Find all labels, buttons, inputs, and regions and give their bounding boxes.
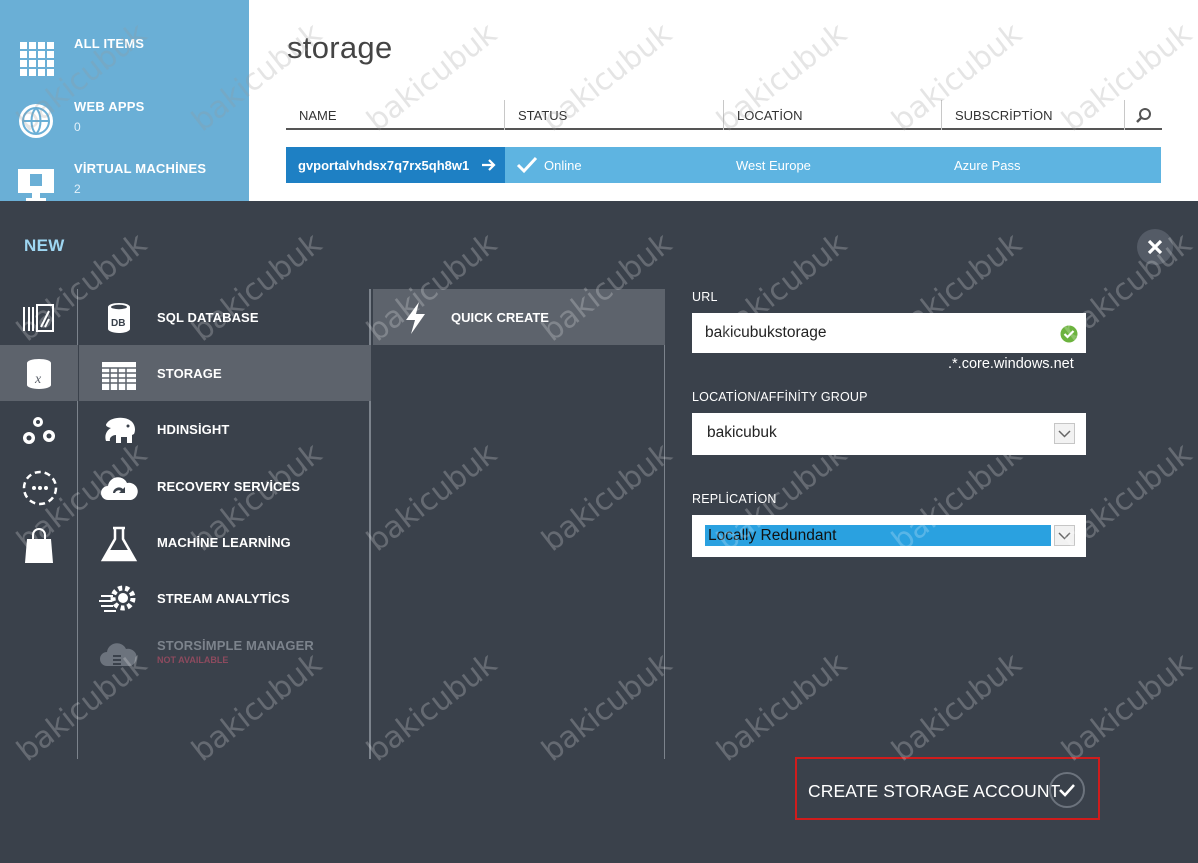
column-header-subscription[interactable]: SUBSCRİPTİON <box>941 100 1124 130</box>
category-data-services[interactable]: x <box>0 345 78 401</box>
chevron-down-icon <box>1058 430 1071 438</box>
url-label: URL <box>692 290 718 304</box>
replication-label: REPLİCATİON <box>692 492 777 506</box>
option-label: QUICK CREATE <box>451 310 549 325</box>
location-label: LOCATİON/AFFİNİTY GROUP <box>692 390 868 404</box>
gear-stream-icon <box>99 585 136 612</box>
close-button[interactable] <box>1137 229 1173 265</box>
nav-item-count: 0 <box>74 120 81 134</box>
create-button-label: CREATE STORAGE ACCOUNT <box>808 781 1061 801</box>
grid-header: NAME STATUS LOCATİON SUBSCRİPTİON <box>286 100 1162 130</box>
service-recovery-services[interactable]: RECOVERY SERVİCES <box>79 458 371 514</box>
globe-icon <box>19 104 53 138</box>
row-location: West Europe <box>736 158 811 173</box>
flask-icon <box>100 526 138 562</box>
valid-check-icon <box>1060 325 1078 343</box>
option-quick-create[interactable]: QUICK CREATE <box>373 289 665 345</box>
column-header-status[interactable]: STATUS <box>504 100 723 130</box>
nav-item-web-apps[interactable]: WEB APPS 0 <box>0 93 249 153</box>
row-subscription: Azure Pass <box>954 158 1021 173</box>
close-icon <box>1147 239 1163 255</box>
service-hdinsight[interactable]: HDINSİGHT <box>79 401 371 457</box>
url-input[interactable] <box>692 313 1086 353</box>
svg-text:DB: DB <box>111 318 125 329</box>
checkmark-icon <box>1059 784 1075 797</box>
column-header-location[interactable]: LOCATİON <box>723 100 941 130</box>
shopping-bag-icon <box>25 528 53 563</box>
checkmark-icon <box>516 156 538 174</box>
gears-icon <box>23 417 55 444</box>
service-label: STORSİMPLE MANAGER <box>157 638 314 653</box>
location-dropdown-button[interactable] <box>1054 423 1075 444</box>
grid-search-button[interactable] <box>1124 100 1162 130</box>
cloud-icon <box>101 477 138 500</box>
network-icon <box>22 470 58 506</box>
new-dialog: NEW x DB SQL DATABASE STORAGE HDINSİGHT … <box>0 201 1198 863</box>
replication-select[interactable]: Locally Redundant <box>692 515 1086 557</box>
service-label: SQL DATABASE <box>157 310 259 325</box>
category-app-services[interactable] <box>0 289 78 345</box>
nav-item-label: VİRTUAL MACHİNES <box>74 161 207 176</box>
category-app-services-2[interactable] <box>0 402 78 458</box>
nav-item-label: ALL ITEMS <box>74 36 145 51</box>
service-label: RECOVERY SERVİCES <box>157 479 301 494</box>
category-store[interactable] <box>0 515 78 571</box>
dialog-title: NEW <box>24 236 65 255</box>
service-column: DB SQL DATABASE STORAGE HDINSİGHT RECOVE… <box>79 289 371 759</box>
data-services-icon: x <box>27 359 51 389</box>
service-storage[interactable]: STORAGE <box>79 345 371 401</box>
portal-background: ALL ITEMS WEB APPS 0 VİRTUAL MACHİNES 2 … <box>0 0 1198 201</box>
search-icon <box>1136 108 1151 123</box>
replication-dropdown-button[interactable] <box>1054 525 1075 546</box>
page-title: storage <box>287 30 393 65</box>
category-network-services[interactable] <box>0 457 78 513</box>
nav-item-label: WEB APPS <box>74 99 145 114</box>
app-services-icon <box>23 304 54 332</box>
service-storsimple-manager: STORSİMPLE MANAGER NOT AVAILABLE <box>79 626 371 682</box>
service-label: MACHİNE LEARNİNG <box>157 535 291 550</box>
storage-table-icon <box>102 362 136 390</box>
option-column: QUICK CREATE <box>373 289 665 759</box>
service-label: STORAGE <box>157 366 222 381</box>
service-machine-learning[interactable]: MACHİNE LEARNİNG <box>79 514 371 570</box>
nav-item-count: 2 <box>74 182 81 196</box>
service-sql-database[interactable]: DB SQL DATABASE <box>79 289 371 345</box>
location-value: bakicubuk <box>707 424 777 441</box>
service-label: HDINSİGHT <box>157 422 230 437</box>
grid-icon <box>20 42 54 76</box>
service-stream-analytics[interactable]: STREAM ANALYTİCS <box>79 570 371 626</box>
replication-value: Locally Redundant <box>708 527 837 544</box>
row-name-cell[interactable]: gvportalvhdsx7q7rx5qh8w1 <box>286 147 505 183</box>
db-icon: DB <box>108 303 130 333</box>
left-nav: ALL ITEMS WEB APPS 0 VİRTUAL MACHİNES 2 <box>0 0 249 201</box>
nav-item-all-items[interactable]: ALL ITEMS <box>0 30 249 90</box>
service-sublabel: NOT AVAILABLE <box>157 655 229 665</box>
monitor-icon <box>18 169 54 201</box>
chevron-down-icon <box>1058 532 1071 540</box>
row-status: Online <box>544 158 582 173</box>
url-suffix: .*.core.windows.net <box>948 356 1074 372</box>
column-header-name[interactable]: NAME <box>286 100 504 130</box>
elephant-icon <box>105 417 135 443</box>
create-storage-account-button[interactable]: CREATE STORAGE ACCOUNT <box>795 757 1100 820</box>
arrow-right-icon[interactable] <box>480 156 498 174</box>
service-label: STREAM ANALYTİCS <box>157 591 290 606</box>
storsimple-icon <box>100 643 137 666</box>
table-row[interactable]: gvportalvhdsx7q7rx5qh8w1 Online West Eur… <box>286 147 1161 183</box>
category-column: x <box>0 289 78 759</box>
row-name: gvportalvhdsx7q7rx5qh8w1 <box>298 158 470 173</box>
lightning-icon <box>406 302 425 334</box>
svg-text:x: x <box>34 372 42 387</box>
confirm-button[interactable] <box>1049 772 1085 808</box>
location-select[interactable]: bakicubuk <box>692 413 1086 455</box>
